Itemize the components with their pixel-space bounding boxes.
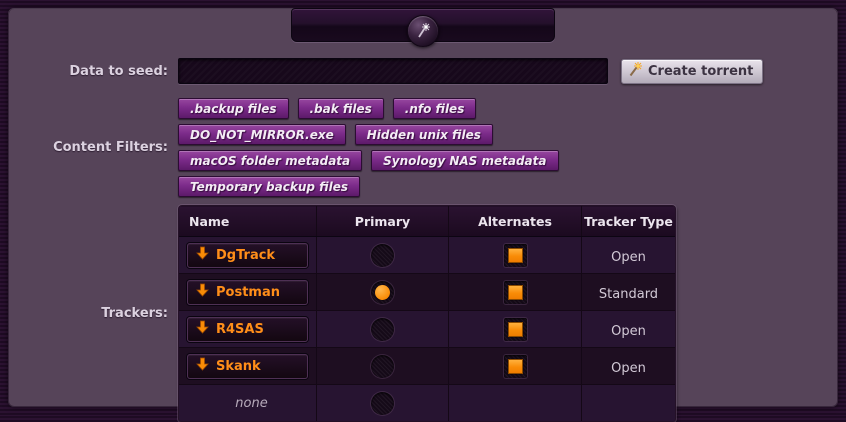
tracker-link-dgtrack[interactable]: DgTrack (187, 243, 308, 268)
filter-chip[interactable]: Synology NAS metadata (371, 150, 558, 171)
down-arrow-icon (196, 357, 209, 375)
down-arrow-icon (196, 320, 209, 338)
tracker-type: Open (611, 361, 646, 376)
data-to-seed-input[interactable] (178, 58, 608, 84)
content-filter-chips: .backup files .bak files .nfo files DO_N… (178, 98, 648, 197)
tracker-none-label: none (187, 396, 316, 411)
tracker-type: Open (611, 250, 646, 265)
primary-radio[interactable] (371, 355, 394, 378)
alternates-checkbox[interactable] (504, 318, 527, 341)
tracker-link-postman[interactable]: Postman (187, 280, 308, 305)
alternates-checkbox[interactable] (504, 355, 527, 378)
create-torrent-button-label: Create torrent (648, 64, 753, 79)
trackers-header-row: Name Primary Alternates Tracker Type (179, 206, 676, 237)
tracker-name: Skank (216, 359, 261, 374)
down-arrow-icon (196, 246, 209, 264)
alternates-checkbox[interactable] (504, 281, 527, 304)
filter-chip[interactable]: DO_NOT_MIRROR.exe (178, 124, 346, 145)
primary-radio[interactable] (371, 281, 394, 304)
tracker-name: R4SAS (216, 322, 264, 337)
trackers-row: Trackers: Name Primary Alternates Tracke… (8, 205, 838, 422)
create-torrent-button[interactable]: Create torrent (621, 59, 763, 84)
create-torrent-toggle-button[interactable] (407, 15, 439, 47)
tracker-row-dgtrack: DgTrack Open (179, 237, 676, 274)
column-header-primary: Primary (317, 206, 449, 237)
tracker-link-skank[interactable]: Skank (187, 354, 308, 379)
column-header-name: Name (179, 206, 317, 237)
column-header-tracker-type: Tracker Type (582, 206, 676, 237)
alternates-checkbox[interactable] (504, 244, 527, 267)
section-collapse-bar (291, 8, 555, 42)
tracker-name: Postman (216, 285, 280, 300)
tracker-row-postman: Postman Standard (179, 274, 676, 311)
primary-radio[interactable] (371, 244, 394, 267)
magic-wand-icon (628, 61, 644, 81)
trackers-label: Trackers: (8, 306, 178, 321)
column-header-alternates: Alternates (449, 206, 582, 237)
primary-radio-none[interactable] (371, 392, 394, 415)
tracker-type: Standard (599, 287, 658, 302)
primary-radio[interactable] (371, 318, 394, 341)
filter-chip[interactable]: .backup files (178, 98, 289, 119)
create-torrent-panel: Data to seed: Create torre (8, 8, 838, 407)
filter-chip[interactable]: Hidden unix files (355, 124, 493, 145)
tracker-row-skank: Skank Open (179, 348, 676, 385)
content-filters-label: Content Filters: (8, 140, 178, 155)
filter-chip[interactable]: .bak files (298, 98, 384, 119)
down-arrow-icon (196, 283, 209, 301)
tracker-type: Open (611, 324, 646, 339)
data-to-seed-row: Data to seed: Create torre (8, 58, 838, 84)
tracker-name: DgTrack (216, 248, 275, 263)
filter-chip[interactable]: macOS folder metadata (178, 150, 362, 171)
tracker-row-none: none (179, 385, 676, 422)
content-filters-row: Content Filters: .backup files .bak file… (8, 98, 838, 197)
tracker-link-r4sas[interactable]: R4SAS (187, 317, 308, 342)
trackers-table: Name Primary Alternates Tracker Type (178, 205, 676, 422)
data-to-seed-label: Data to seed: (8, 64, 178, 79)
tracker-row-r4sas: R4SAS Open (179, 311, 676, 348)
filter-chip[interactable]: .nfo files (393, 98, 477, 119)
filter-chip[interactable]: Temporary backup files (178, 176, 360, 197)
